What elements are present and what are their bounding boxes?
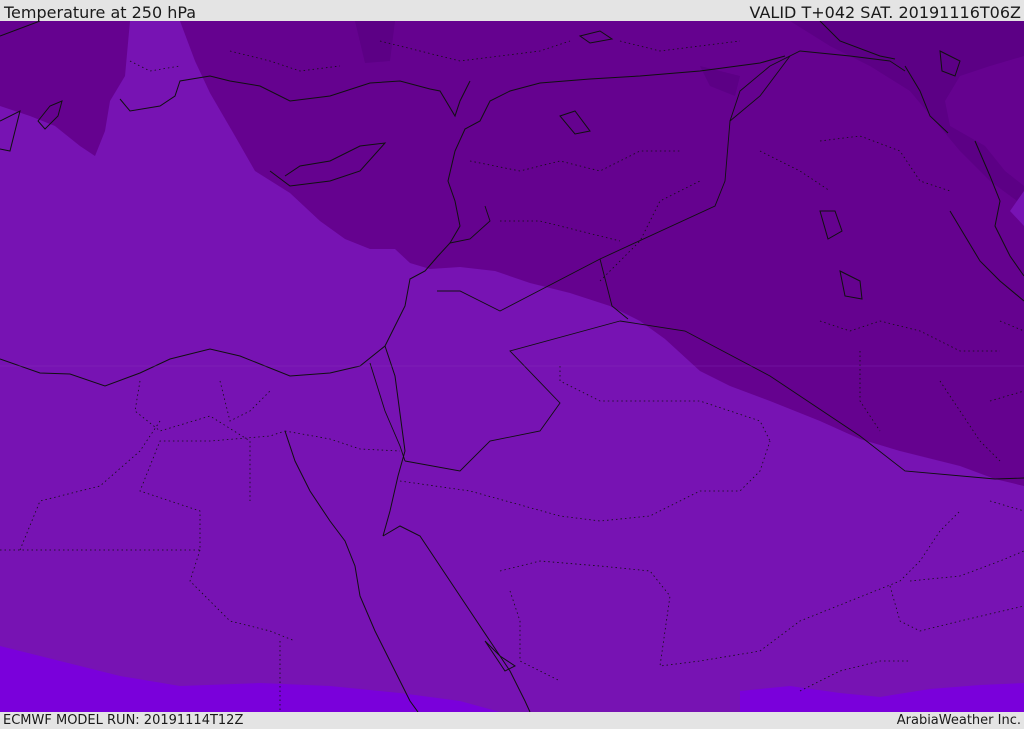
map-title: Temperature at 250 hPa bbox=[4, 3, 197, 22]
credit-label: ArabiaWeather Inc. bbox=[896, 713, 1021, 728]
header-bar: Temperature at 250 hPa VALID T+042 SAT. … bbox=[0, 0, 1024, 22]
weather-map[interactable] bbox=[0, 21, 1024, 712]
map-canvas bbox=[0, 21, 1024, 712]
footer-bar: ECMWF MODEL RUN: 20191114T12Z ArabiaWeat… bbox=[0, 712, 1024, 729]
valid-time: VALID T+042 SAT. 20191116T06Z bbox=[749, 3, 1021, 22]
model-run-label: ECMWF MODEL RUN: 20191114T12Z bbox=[3, 713, 244, 728]
